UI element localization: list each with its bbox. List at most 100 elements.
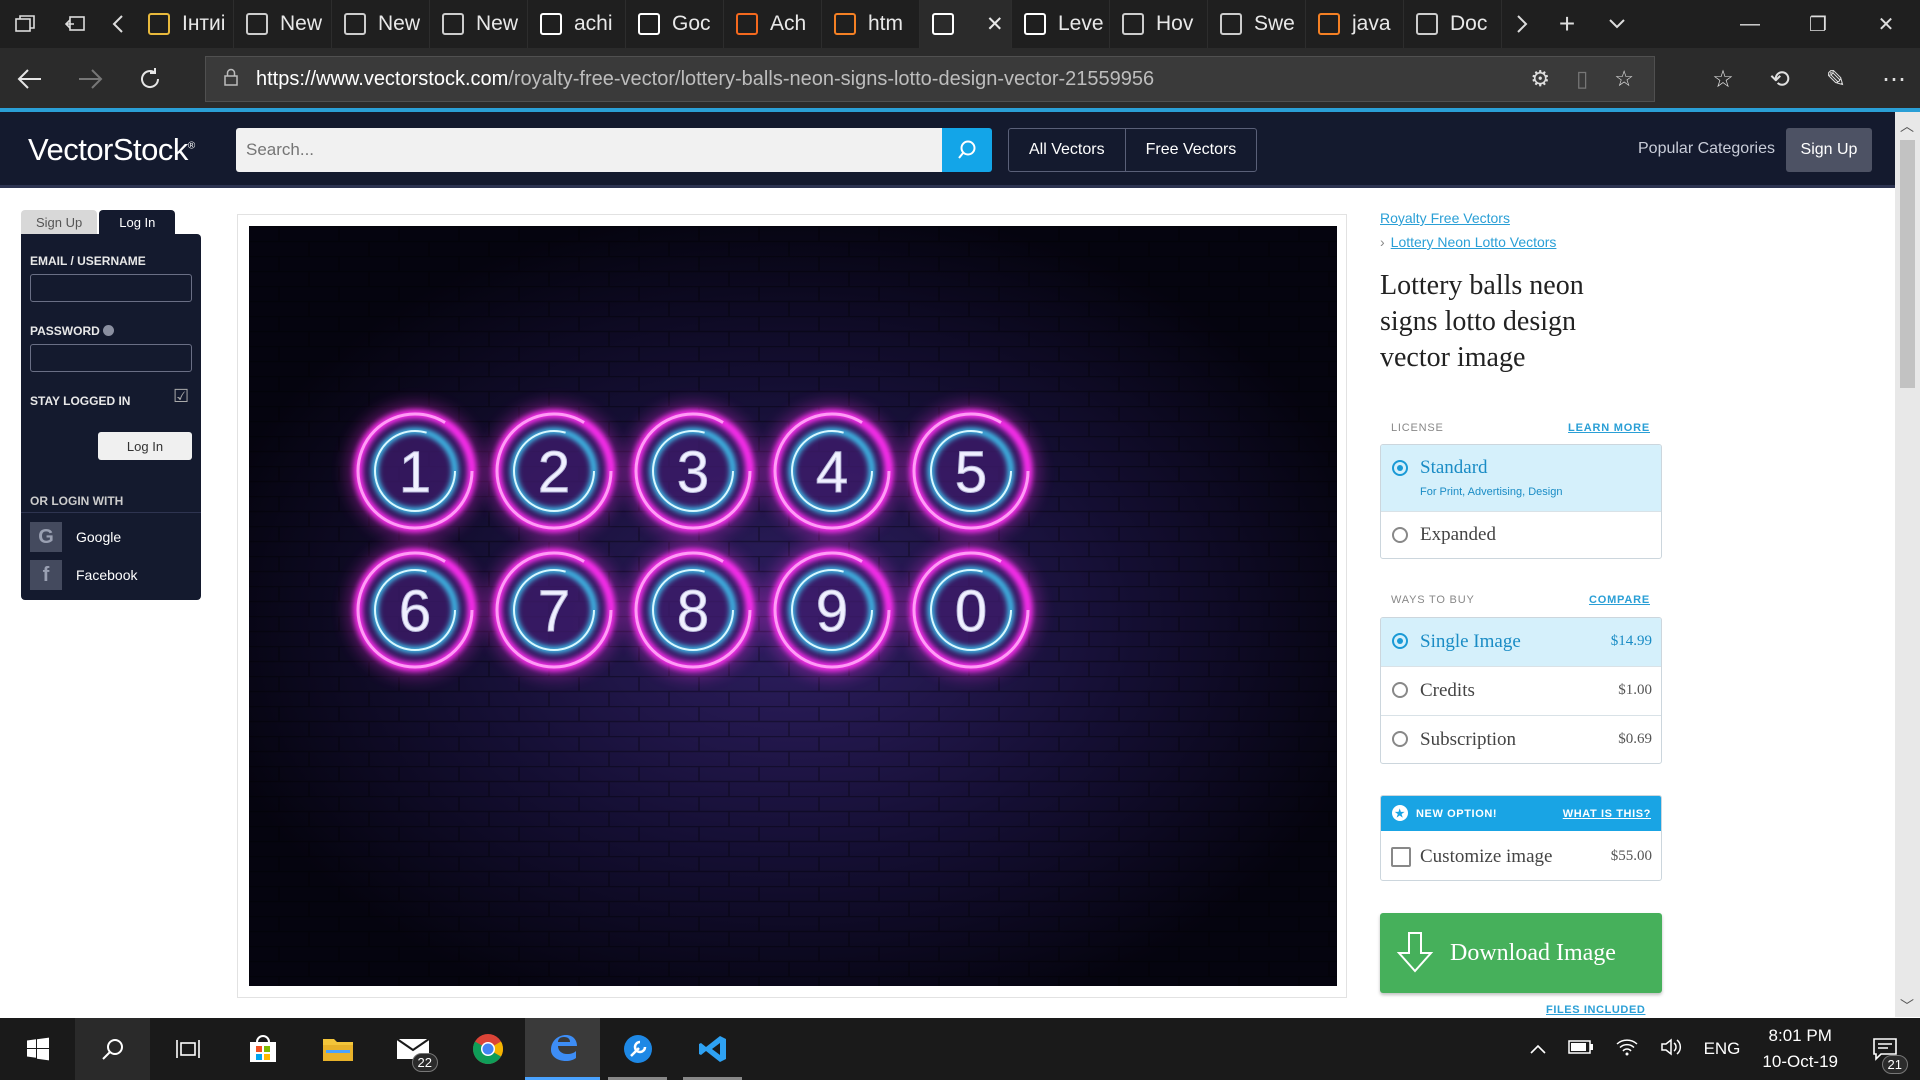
show-hidden-icons-chevron-icon[interactable]: [1529, 1039, 1546, 1059]
customize-label[interactable]: Customize image: [1420, 846, 1552, 868]
customize-checkbox[interactable]: [1391, 847, 1411, 867]
scroll-tabs-right-icon[interactable]: [1502, 0, 1542, 48]
tabs-aside-icon[interactable]: [50, 0, 100, 48]
store-app[interactable]: [225, 1018, 300, 1080]
scroll-tabs-left-icon[interactable]: [100, 0, 136, 48]
radio-selected[interactable]: [1392, 633, 1408, 649]
tab-set-aside-icon[interactable]: [0, 0, 50, 48]
search-taskbar-button[interactable]: [75, 1018, 150, 1080]
radio-selected[interactable]: [1392, 460, 1408, 476]
url-field[interactable]: https://www.vectorstock.com/royalty-free…: [205, 56, 1655, 102]
new-tab-button[interactable]: +: [1542, 0, 1592, 48]
scroll-up-icon[interactable]: ︿: [1900, 116, 1914, 136]
radio[interactable]: [1392, 682, 1408, 698]
buy-single-image-option[interactable]: Single Image $14.99: [1381, 618, 1661, 666]
google-login-button[interactable]: G Google: [30, 522, 121, 552]
browser-tab[interactable]: htm: [822, 0, 920, 48]
scroll-down-icon[interactable]: ﹀: [1900, 996, 1914, 1016]
tab-preview-chevron-icon[interactable]: [1592, 0, 1642, 48]
email-field[interactable]: [30, 274, 192, 302]
refresh-button[interactable]: [120, 48, 180, 110]
reading-view-icon[interactable]: ▯: [1576, 66, 1588, 92]
browser-tab[interactable]: ✕: [920, 0, 1012, 48]
start-button[interactable]: [0, 1018, 75, 1080]
popular-categories-link[interactable]: Popular Categories: [1638, 140, 1775, 158]
info-icon[interactable]: [103, 325, 115, 336]
input-language[interactable]: ENG: [1704, 1039, 1741, 1059]
browser-tab[interactable]: Hov: [1110, 0, 1208, 48]
license-expanded-option[interactable]: Expanded: [1381, 511, 1661, 558]
stay-logged-in-checkbox[interactable]: ☑: [173, 386, 189, 407]
site-logo[interactable]: VectorStock®: [28, 132, 195, 168]
breadcrumb-lottery-neon[interactable]: Lottery Neon Lotto Vectors: [1391, 234, 1557, 250]
browser-tab[interactable]: java: [1306, 0, 1404, 48]
more-menu-icon[interactable]: ⋯: [1882, 65, 1906, 94]
close-tab-icon[interactable]: ✕: [986, 12, 1004, 37]
scrollbar-thumb[interactable]: [1900, 140, 1915, 388]
wifi-icon[interactable]: [1616, 1038, 1638, 1061]
browser-tab-bar: Інтиі New New New achi Goc Ach htm ✕ Leve Hov Swe ja…: [0, 0, 1920, 48]
password-field[interactable]: [30, 344, 192, 372]
extension-icon[interactable]: ⚙: [1530, 66, 1550, 92]
tab-sign-up[interactable]: Sign Up: [21, 210, 98, 234]
favorite-star-icon[interactable]: ☆: [1614, 66, 1634, 92]
history-icon[interactable]: ⟲: [1770, 65, 1790, 94]
files-included-link[interactable]: FILES INCLUDED: [1546, 1004, 1645, 1016]
mail-app[interactable]: 22: [375, 1018, 450, 1080]
what-is-this-link[interactable]: WHAT IS THIS?: [1563, 808, 1651, 820]
close-window-button[interactable]: ✕: [1852, 0, 1920, 48]
action-center-button[interactable]: 21: [1860, 1018, 1910, 1080]
buy-subscription-option[interactable]: Subscription $0.69: [1381, 715, 1661, 763]
search-button[interactable]: [942, 128, 992, 172]
browser-tab[interactable]: Swe: [1208, 0, 1306, 48]
volume-icon[interactable]: [1660, 1037, 1682, 1061]
license-standard-option[interactable]: Standard For Print, Advertising, Design: [1381, 445, 1661, 511]
browser-tab-label: Swe: [1254, 12, 1295, 35]
task-view-button[interactable]: [150, 1018, 225, 1080]
free-vectors-button[interactable]: Free Vectors: [1124, 129, 1257, 171]
browser-tab[interactable]: Goc: [626, 0, 724, 48]
browser-tab[interactable]: Leve: [1012, 0, 1110, 48]
minimize-button[interactable]: —: [1716, 0, 1784, 48]
browser-tab[interactable]: New: [234, 0, 332, 48]
download-image-button[interactable]: Download Image: [1380, 913, 1662, 993]
facebook-login-button[interactable]: f Facebook: [30, 560, 137, 590]
forward-button[interactable]: [60, 48, 120, 110]
radio[interactable]: [1392, 527, 1408, 543]
settings-tool-app[interactable]: [600, 1018, 675, 1080]
radio[interactable]: [1392, 731, 1408, 747]
edge-app[interactable]: [525, 1018, 600, 1080]
search-input[interactable]: [236, 128, 942, 172]
browser-tab[interactable]: achi: [528, 0, 626, 48]
header-sign-up-button[interactable]: Sign Up: [1786, 128, 1872, 172]
browser-tab[interactable]: New: [332, 0, 430, 48]
compare-link[interactable]: COMPARE: [1540, 594, 1650, 606]
favorites-list-icon[interactable]: ☆: [1712, 65, 1734, 94]
back-button[interactable]: [0, 48, 60, 110]
preview-image[interactable]: 1 2 3 4 5 6 7 8 9 0: [249, 226, 1337, 986]
pen-note-icon[interactable]: ✎: [1826, 65, 1846, 94]
windows-taskbar: 22 ENG 8:01 PM 10-Oct-19 21: [0, 1018, 1920, 1080]
license-sub: For Print, Advertising, Design: [1420, 486, 1563, 498]
browser-tab[interactable]: Інтиі: [136, 0, 234, 48]
restore-button[interactable]: ❐: [1784, 0, 1852, 48]
buy-credits-option[interactable]: Credits $1.00: [1381, 666, 1661, 715]
tab-log-in[interactable]: Log In: [99, 210, 176, 234]
chrome-app[interactable]: [450, 1018, 525, 1080]
vscode-app[interactable]: [675, 1018, 750, 1080]
log-in-button[interactable]: Log In: [98, 432, 192, 460]
browser-tab[interactable]: Ach: [724, 0, 822, 48]
battery-icon[interactable]: [1567, 1039, 1594, 1059]
lock-icon[interactable]: [206, 68, 256, 91]
stackoverflow-icon: [1318, 13, 1340, 35]
page-scrollbar[interactable]: ︿ ﹀: [1895, 112, 1920, 1017]
lottery-ball-8: 8: [623, 540, 763, 680]
search-icon: [958, 140, 976, 159]
browser-tab[interactable]: New: [430, 0, 528, 48]
breadcrumb-royalty-free[interactable]: Royalty Free Vectors: [1380, 210, 1510, 226]
clock[interactable]: 8:01 PM 10-Oct-19: [1762, 1023, 1838, 1075]
all-vectors-button[interactable]: All Vectors: [1009, 129, 1125, 171]
file-explorer-app[interactable]: [300, 1018, 375, 1080]
learn-more-link[interactable]: LEARN MORE: [1540, 422, 1650, 434]
browser-tab[interactable]: Doc: [1404, 0, 1502, 48]
